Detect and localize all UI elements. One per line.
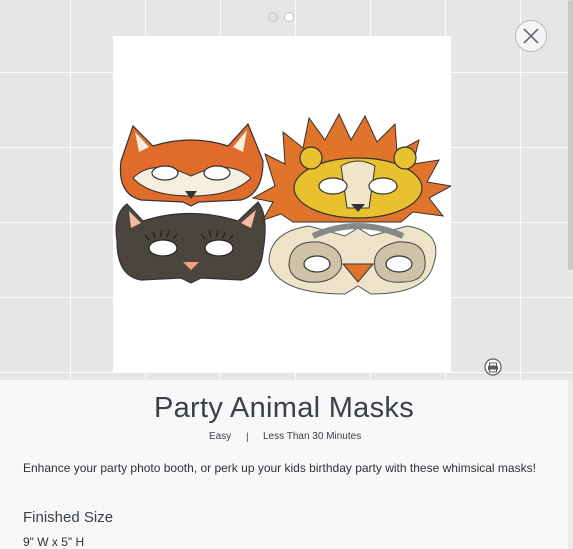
- difficulty-label: Easy: [209, 431, 232, 442]
- project-description: Enhance your party photo booth, or perk …: [23, 461, 536, 475]
- carousel-dot-2[interactable]: [284, 12, 294, 22]
- finished-size-value: 9" W x 5" H: [23, 535, 85, 549]
- meta-separator: |: [246, 432, 249, 443]
- carousel-indicator: [268, 12, 294, 22]
- page-title: Party Animal Masks: [153, 392, 415, 424]
- owl-mask: [268, 223, 437, 295]
- close-button[interactable]: [515, 20, 547, 52]
- lion-mask: [251, 112, 453, 223]
- cat-mask: [115, 201, 266, 284]
- fox-mask: [119, 122, 264, 207]
- printer-icon[interactable]: [484, 358, 502, 376]
- scrollbar-thumb[interactable]: [568, 0, 573, 270]
- duration-label: Less Than 30 Minutes: [263, 431, 362, 442]
- carousel-dot-1[interactable]: [268, 12, 278, 22]
- close-icon: [523, 28, 539, 44]
- finished-size-heading: Finished Size: [23, 509, 114, 526]
- project-image: [113, 36, 453, 372]
